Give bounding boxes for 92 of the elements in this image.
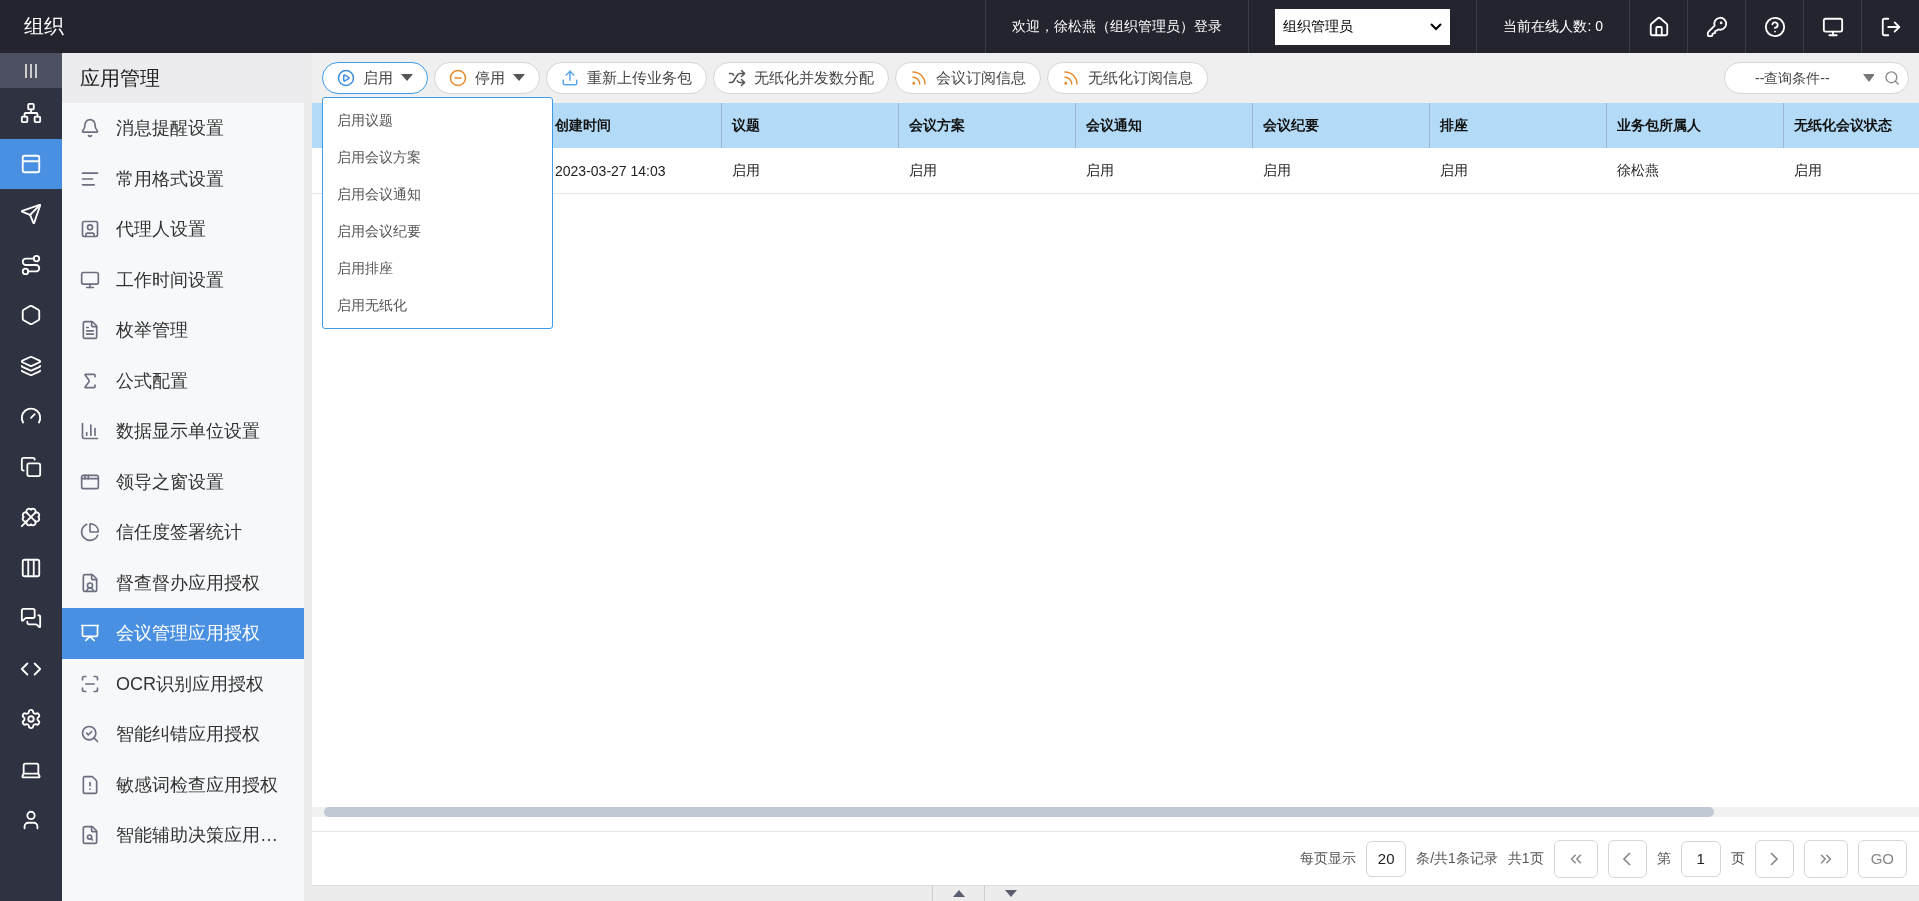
toolbar-button[interactable]: 停用 [434, 62, 540, 94]
layers-icon [20, 354, 42, 377]
column-header: 议题 [722, 103, 899, 148]
menu-item[interactable]: 启用排座 [323, 250, 552, 287]
horizontal-scrollbar[interactable] [312, 807, 1919, 817]
bars-icon [24, 62, 38, 79]
menu-item[interactable]: 启用无纸化 [323, 287, 552, 324]
chat-icon [20, 607, 42, 630]
warning-document-icon [80, 774, 100, 795]
per-page-field[interactable]: 20 [1366, 840, 1407, 877]
clover-icon [20, 506, 42, 529]
chevron-left-icon [1623, 851, 1632, 866]
app-title: 组织 [24, 14, 65, 39]
toolbar-button[interactable]: 会议订阅信息 [895, 62, 1041, 94]
play-icon [337, 69, 355, 87]
collapse-toggle[interactable] [0, 53, 62, 88]
hexagon-icon [20, 304, 42, 327]
role-select[interactable]: 组织管理员 [1275, 8, 1451, 45]
nav-item[interactable]: 智能纠错应用授权 [62, 709, 304, 760]
route-icon [20, 253, 42, 276]
nav-item[interactable]: 督查督办应用授权 [62, 557, 304, 608]
page-suffix: 页 [1730, 849, 1745, 868]
document-search-icon [80, 825, 100, 846]
column-header: 业务包所属人 [1607, 103, 1784, 148]
per-page-label: 每页显示 [1300, 849, 1357, 868]
nav-item[interactable]: OCR识别应用授权 [62, 658, 304, 709]
nav-item[interactable]: 数据显示单位设置 [62, 406, 304, 457]
column-header: 排座 [1430, 103, 1607, 148]
table-cell: 启用 [722, 148, 899, 194]
pie-chart-icon [80, 522, 100, 543]
search-box[interactable]: --查询条件-- [1724, 62, 1909, 94]
nav-item[interactable]: 敏感词检查应用授权 [62, 759, 304, 810]
toolbar-button[interactable]: 无纸化并发数分配 [713, 62, 889, 94]
caret-icon [401, 74, 413, 82]
table-cell: 启用 [1076, 148, 1253, 194]
records-text: 条/共1条记录 [1416, 849, 1498, 868]
nav-item[interactable]: 枚举管理 [62, 305, 304, 356]
presentation-icon [80, 623, 100, 644]
send-icon [20, 203, 42, 226]
user-document-icon [80, 572, 100, 593]
table-cell: 启用 [899, 148, 1076, 194]
table-cell: 启用 [1784, 148, 1919, 194]
search-check-icon [80, 724, 100, 745]
down-arrow-icon[interactable] [1004, 890, 1017, 897]
online-count: 当前在线人数: 0 [1503, 17, 1603, 36]
panel-title: 应用管理 [62, 53, 304, 103]
pages-text: 共1页 [1507, 849, 1544, 868]
caret-icon [1863, 73, 1874, 83]
columns-icon [20, 556, 42, 579]
chevron-right-icon [1770, 851, 1779, 866]
page-field[interactable]: 1 [1680, 840, 1721, 877]
nav-item[interactable]: 消息提醒设置 [62, 103, 304, 154]
nav-item[interactable]: 领导之窗设置 [62, 456, 304, 507]
scan-icon [80, 673, 100, 694]
nav-item[interactable]: 常用格式设置 [62, 153, 304, 204]
rss-icon [910, 69, 928, 87]
welcome-text: 欢迎，徐松燕（组织管理员）登录 [1012, 17, 1223, 36]
column-header: 无纸化会议状态 [1784, 103, 1919, 148]
nav-item[interactable]: 公式配置 [62, 355, 304, 406]
column-header: 会议方案 [899, 103, 1076, 148]
settings-icon [20, 708, 42, 731]
rss-icon [1062, 69, 1080, 87]
menu-item[interactable]: 启用会议纪要 [323, 213, 552, 250]
column-header: 会议通知 [1076, 103, 1253, 148]
toolbar-button[interactable]: 重新上传业务包 [546, 62, 707, 94]
chart-icon [80, 421, 100, 442]
chevron-icon [1430, 22, 1443, 31]
toolbar-button[interactable]: 无纸化订阅信息 [1047, 62, 1208, 94]
shuffle-icon [728, 69, 746, 87]
nav-item[interactable]: 智能辅助决策应用… [62, 810, 304, 861]
table-cell: 启用 [1430, 148, 1607, 194]
nav-item[interactable]: 信任度签署统计 [62, 507, 304, 558]
user-card-icon [80, 219, 100, 240]
minus-icon [449, 69, 467, 87]
table-cell: 徐松燕 [1607, 148, 1784, 194]
nav-item[interactable]: 代理人设置 [62, 204, 304, 255]
bell-icon [80, 118, 100, 139]
document-icon [80, 320, 100, 341]
table-cell: 启用 [1253, 148, 1430, 194]
page-prefix: 第 [1656, 849, 1671, 868]
window-icon [20, 152, 42, 175]
upload-icon [561, 69, 579, 87]
toolbar-button[interactable]: 启用 [322, 62, 428, 94]
copy-icon [20, 455, 42, 478]
up-arrow-icon[interactable] [952, 890, 965, 897]
search-icon[interactable] [1883, 69, 1900, 87]
caret-icon [513, 74, 525, 82]
monitor-icon [80, 269, 100, 290]
go-button[interactable]: GO [1857, 839, 1907, 878]
hierarchy-icon [20, 102, 42, 125]
nav-item[interactable]: 工作时间设置 [62, 254, 304, 305]
column-header: 会议纪要 [1253, 103, 1430, 148]
